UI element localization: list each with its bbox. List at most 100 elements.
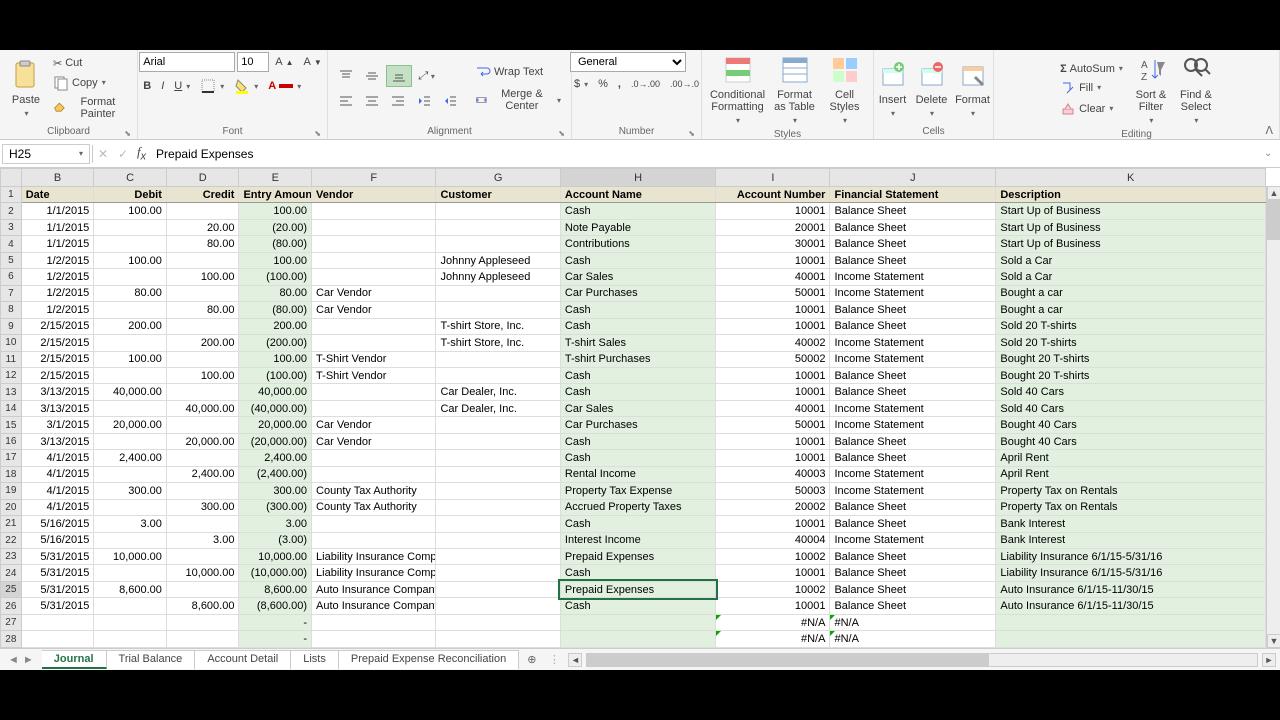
- scroll-up-button[interactable]: ▲: [1267, 186, 1280, 200]
- cell-H11[interactable]: T-shirt Purchases: [560, 351, 716, 367]
- scroll-left-button[interactable]: ◄: [568, 653, 582, 667]
- cell-G17[interactable]: [436, 450, 560, 466]
- cell-J2[interactable]: Balance Sheet: [830, 203, 996, 219]
- cell-G27[interactable]: [436, 614, 560, 630]
- bold-button[interactable]: B: [139, 78, 155, 94]
- cell-G25[interactable]: [436, 581, 560, 597]
- increase-font-button[interactable]: A▲: [271, 54, 297, 70]
- row-header-13[interactable]: 13: [1, 384, 22, 400]
- cell-K1[interactable]: Description: [996, 187, 1266, 203]
- cell-E8[interactable]: (80.00): [239, 302, 312, 318]
- cell-C7[interactable]: 80.00: [94, 285, 167, 301]
- row-header-20[interactable]: 20: [1, 499, 22, 515]
- row-header-11[interactable]: 11: [1, 351, 22, 367]
- cell-C17[interactable]: 2,400.00: [94, 450, 167, 466]
- row-header-15[interactable]: 15: [1, 417, 22, 433]
- cell-E11[interactable]: 100.00: [239, 351, 312, 367]
- cell-C28[interactable]: [94, 631, 167, 648]
- cell-C1[interactable]: Debit: [94, 187, 167, 203]
- cell-H12[interactable]: Cash: [560, 367, 716, 383]
- autosum-button[interactable]: Σ AutoSum▾: [1056, 61, 1127, 77]
- cell-F3[interactable]: [312, 219, 436, 235]
- row-header-12[interactable]: 12: [1, 367, 22, 383]
- cell-C11[interactable]: 100.00: [94, 351, 167, 367]
- cell-J23[interactable]: Balance Sheet: [830, 548, 996, 564]
- row-header-26[interactable]: 26: [1, 598, 22, 614]
- sort-filter-button[interactable]: AZSort & Filter▾: [1130, 52, 1172, 127]
- cell-B4[interactable]: 1/1/2015: [21, 236, 94, 252]
- cell-C8[interactable]: [94, 302, 167, 318]
- cell-G24[interactable]: [436, 565, 560, 581]
- cell-J20[interactable]: Balance Sheet: [830, 499, 996, 515]
- decrease-font-button[interactable]: A▼: [300, 54, 326, 70]
- cell-E24[interactable]: (10,000.00): [239, 565, 312, 581]
- row-header-21[interactable]: 21: [1, 516, 22, 532]
- cell-I11[interactable]: 50002: [716, 351, 830, 367]
- sheet-tab-lists[interactable]: Lists: [291, 650, 339, 669]
- cell-C2[interactable]: 100.00: [94, 203, 167, 219]
- row-header-3[interactable]: 3: [1, 219, 22, 235]
- row-header-6[interactable]: 6: [1, 269, 22, 285]
- borders-button[interactable]: ▾: [196, 76, 228, 96]
- cell-F22[interactable]: [312, 532, 436, 548]
- cell-F15[interactable]: Car Vendor: [312, 417, 436, 433]
- row-header-9[interactable]: 9: [1, 318, 22, 334]
- cell-D10[interactable]: 200.00: [166, 335, 239, 351]
- cell-B1[interactable]: Date: [21, 187, 94, 203]
- cell-K14[interactable]: Sold 40 Cars: [996, 400, 1266, 416]
- cell-E9[interactable]: 200.00: [239, 318, 312, 334]
- cell-C15[interactable]: 20,000.00: [94, 417, 167, 433]
- cell-E16[interactable]: (20,000.00): [239, 433, 312, 449]
- cell-J18[interactable]: Income Statement: [830, 466, 996, 482]
- cell-C16[interactable]: [94, 433, 167, 449]
- cell-D22[interactable]: 3.00: [166, 532, 239, 548]
- cell-F8[interactable]: Car Vendor: [312, 302, 436, 318]
- cell-J28[interactable]: #N/A: [830, 631, 996, 648]
- cell-K11[interactable]: Bought 20 T-shirts: [996, 351, 1266, 367]
- cell-F20[interactable]: County Tax Authority: [312, 499, 436, 515]
- cell-F21[interactable]: [312, 516, 436, 532]
- cell-B19[interactable]: 4/1/2015: [21, 483, 94, 499]
- sheet-nav-next[interactable]: ►: [23, 654, 34, 666]
- fx-icon[interactable]: fx: [133, 144, 150, 163]
- cell-H6[interactable]: Car Sales: [560, 269, 716, 285]
- sheet-tab-account detail[interactable]: Account Detail: [195, 650, 291, 669]
- cell-G2[interactable]: [436, 203, 560, 219]
- cell-G9[interactable]: T-shirt Store, Inc.: [436, 318, 560, 334]
- cell-H10[interactable]: T-shirt Sales: [560, 335, 716, 351]
- cell-G12[interactable]: [436, 367, 560, 383]
- collapse-ribbon-button[interactable]: ᐱ: [1265, 124, 1273, 137]
- cell-D26[interactable]: 8,600.00: [166, 598, 239, 614]
- paste-button[interactable]: Paste▾: [6, 57, 46, 120]
- cell-H19[interactable]: Property Tax Expense: [560, 483, 716, 499]
- name-box[interactable]: H25▾: [2, 144, 90, 164]
- cell-E15[interactable]: 20,000.00: [239, 417, 312, 433]
- cell-E2[interactable]: 100.00: [239, 203, 312, 219]
- sheet-nav-prev[interactable]: ◄: [8, 654, 19, 666]
- cell-G8[interactable]: [436, 302, 560, 318]
- align-right-button[interactable]: [386, 91, 410, 111]
- cell-K27[interactable]: [996, 614, 1266, 630]
- cancel-formula-button[interactable]: ✕: [93, 147, 113, 161]
- cell-D13[interactable]: [166, 384, 239, 400]
- column-header-H[interactable]: H: [560, 169, 716, 187]
- column-header-E[interactable]: E: [239, 169, 312, 187]
- align-bottom-button[interactable]: [386, 65, 412, 87]
- cell-B15[interactable]: 3/1/2015: [21, 417, 94, 433]
- cell-G1[interactable]: Customer: [436, 187, 560, 203]
- cell-E23[interactable]: 10,000.00: [239, 548, 312, 564]
- cell-H2[interactable]: Cash: [560, 203, 716, 219]
- cell-J12[interactable]: Balance Sheet: [830, 367, 996, 383]
- row-header-19[interactable]: 19: [1, 483, 22, 499]
- delete-cells-button[interactable]: Delete▾: [914, 57, 950, 120]
- cell-B25[interactable]: 5/31/2015: [21, 581, 94, 597]
- column-header-I[interactable]: I: [716, 169, 830, 187]
- cell-F25[interactable]: Auto Insurance Company: [312, 581, 436, 597]
- align-center-button[interactable]: [360, 91, 384, 111]
- merge-center-button[interactable]: Merge & Center▾: [471, 86, 565, 114]
- cell-F5[interactable]: [312, 252, 436, 268]
- cell-F24[interactable]: Liability Insurance Company: [312, 565, 436, 581]
- fill-color-button[interactable]: ▾: [230, 76, 262, 96]
- cell-C19[interactable]: 300.00: [94, 483, 167, 499]
- cell-F14[interactable]: [312, 400, 436, 416]
